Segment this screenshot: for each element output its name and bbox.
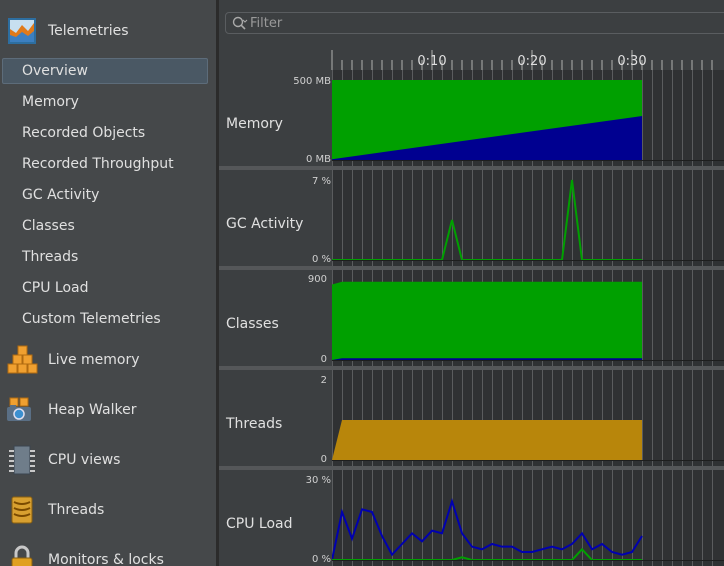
y-max-label: 7 % xyxy=(311,176,331,187)
y-min-label: 0 xyxy=(320,354,327,365)
threads-chart xyxy=(332,370,724,466)
cpu-views-icon xyxy=(9,445,35,475)
heap-walker-icon xyxy=(7,397,31,421)
y-max-label: 30 % xyxy=(305,475,331,486)
filter-box[interactable] xyxy=(225,12,724,34)
threads-area-series-0 xyxy=(332,420,642,460)
sidebar-section-label: Live memory xyxy=(48,352,140,368)
chart-background xyxy=(332,170,724,266)
time-tick-label: 0:30 xyxy=(617,54,647,69)
telemetry-label: Threads xyxy=(226,416,283,432)
telemetry-label: Classes xyxy=(226,316,279,332)
telemetry-label: GC Activity xyxy=(226,216,304,232)
classes-area-series-0 xyxy=(332,281,642,360)
sidebar-item-gc-activity[interactable]: GC Activity xyxy=(0,181,216,209)
sidebar-section-monitors-locks[interactable]: Monitors & locks xyxy=(0,540,216,566)
sidebar-item-recorded-objects[interactable]: Recorded Objects xyxy=(0,119,216,147)
time-tick-label: 0:20 xyxy=(517,54,547,69)
time-axis: 0:10 0:20 0:30 xyxy=(219,42,724,70)
sidebar-item-cpu-load[interactable]: CPU Load xyxy=(0,274,216,302)
telemetry-row-cpu-load[interactable]: CPU Load 30 % 0 % xyxy=(219,470,724,566)
telemetry-row-gc-activity[interactable]: GC Activity 7 % 0 % xyxy=(219,170,724,270)
sidebar-item-threads[interactable]: Threads xyxy=(0,243,216,271)
y-max-label: 2 xyxy=(320,375,327,386)
y-min-label: 0 xyxy=(320,454,327,465)
overview-panel: 0:10 0:20 0:30 Memory 500 MB 0 MB GC Act… xyxy=(219,0,724,566)
live-memory-icon xyxy=(7,345,38,374)
telemetry-row-memory[interactable]: Memory 500 MB 0 MB xyxy=(219,70,724,170)
sidebar-section-heap-walker[interactable]: Heap Walker xyxy=(0,390,216,430)
search-icon xyxy=(232,16,248,30)
sidebar-section-telemetries[interactable]: Telemetries xyxy=(0,11,216,51)
sidebar-item-classes[interactable]: Classes xyxy=(0,212,216,240)
sidebar-item-custom-telemetries[interactable]: Custom Telemetries xyxy=(0,305,216,333)
sidebar-item-recorded-throughput[interactable]: Recorded Throughput xyxy=(0,150,216,178)
y-max-label: 900 xyxy=(307,274,327,285)
telemetry-row-threads[interactable]: Threads 2 0 xyxy=(219,370,724,470)
sidebar-item-memory[interactable]: Memory xyxy=(0,88,216,116)
telemetry-row-classes[interactable]: Classes 900 0 xyxy=(219,270,724,370)
cpu-load-chart xyxy=(332,470,724,566)
filter-input[interactable] xyxy=(250,14,550,32)
y-min-label: 0 % xyxy=(311,254,331,265)
sidebar-section-threads[interactable]: Threads xyxy=(0,490,216,530)
sidebar-section-label: Telemetries xyxy=(48,23,129,39)
classes-chart xyxy=(332,270,724,366)
monitors-locks-icon xyxy=(11,545,33,566)
sidebar-section-label: Heap Walker xyxy=(48,402,137,418)
sidebar-section-label: Monitors & locks xyxy=(48,552,164,566)
time-axis-ticks xyxy=(331,50,713,70)
telemetry-label: Memory xyxy=(226,116,283,132)
sidebar: Telemetries Overview Memory Recorded Obj… xyxy=(0,0,216,566)
sidebar-section-label: CPU views xyxy=(48,452,121,468)
memory-chart xyxy=(332,70,724,166)
y-max-label: 500 MB xyxy=(293,76,331,87)
sidebar-section-live-memory[interactable]: Live memory xyxy=(0,340,216,380)
classes-area-series-1 xyxy=(332,358,642,360)
gc-activity-chart xyxy=(332,170,724,266)
y-min-label: 0 MB xyxy=(305,154,331,165)
telemetry-label: CPU Load xyxy=(226,516,293,532)
sidebar-item-overview[interactable]: Overview xyxy=(2,58,208,84)
sidebar-section-label: Threads xyxy=(48,502,105,518)
time-tick-label: 0:10 xyxy=(417,54,447,69)
y-min-label: 0 % xyxy=(311,554,331,565)
threads-icon xyxy=(11,496,33,524)
telemetries-icon xyxy=(8,18,36,44)
sidebar-section-cpu-views[interactable]: CPU views xyxy=(0,440,216,480)
